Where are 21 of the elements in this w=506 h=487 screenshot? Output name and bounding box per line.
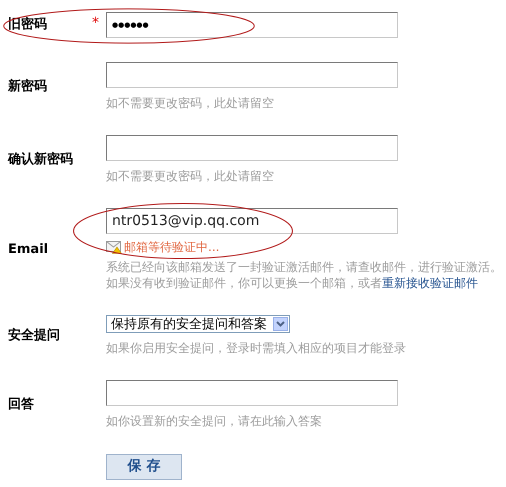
hint-text: 如不需要更改密码，此处请留空 <box>106 95 275 111</box>
field-label: 回答 <box>8 396 34 414</box>
input-field[interactable] <box>106 135 398 161</box>
status-text: 邮箱等待验证中... <box>124 239 220 256</box>
input-field[interactable]: ntr0513@vip.qq.com <box>106 208 398 234</box>
input-field[interactable] <box>106 62 398 88</box>
field-label: 确认新密码 <box>8 150 73 169</box>
hint-text: 如果你启用安全提问，登录时需填入相应的项目才能登录 <box>106 340 406 356</box>
field-label: Email <box>8 240 48 259</box>
envelope-warning-icon <box>106 240 122 254</box>
input-field[interactable] <box>106 380 398 406</box>
hint-text: 如你设置新的安全提问，请在此输入答案 <box>106 413 323 429</box>
resend-link[interactable]: 重新接收验证邮件 <box>382 276 478 290</box>
required-mark: * <box>92 16 99 30</box>
hint-text: 如不需要更改密码，此处请留空 <box>106 168 275 184</box>
save-button[interactable]: 保 存 <box>106 454 182 480</box>
dropdown[interactable]: 保持原有的安全提问和答案 <box>106 315 290 333</box>
field-label: 安全提问 <box>8 326 60 345</box>
chevron-down-icon <box>273 317 288 331</box>
field-label: 新密码 <box>8 78 47 96</box>
hint-text: 系统已经向该邮箱发送了一封验证激活邮件，请查收邮件，进行验证激活。如果没有收到验证邮件，你可以更换一个邮箱，或者重新接收验证邮件 <box>106 259 503 291</box>
